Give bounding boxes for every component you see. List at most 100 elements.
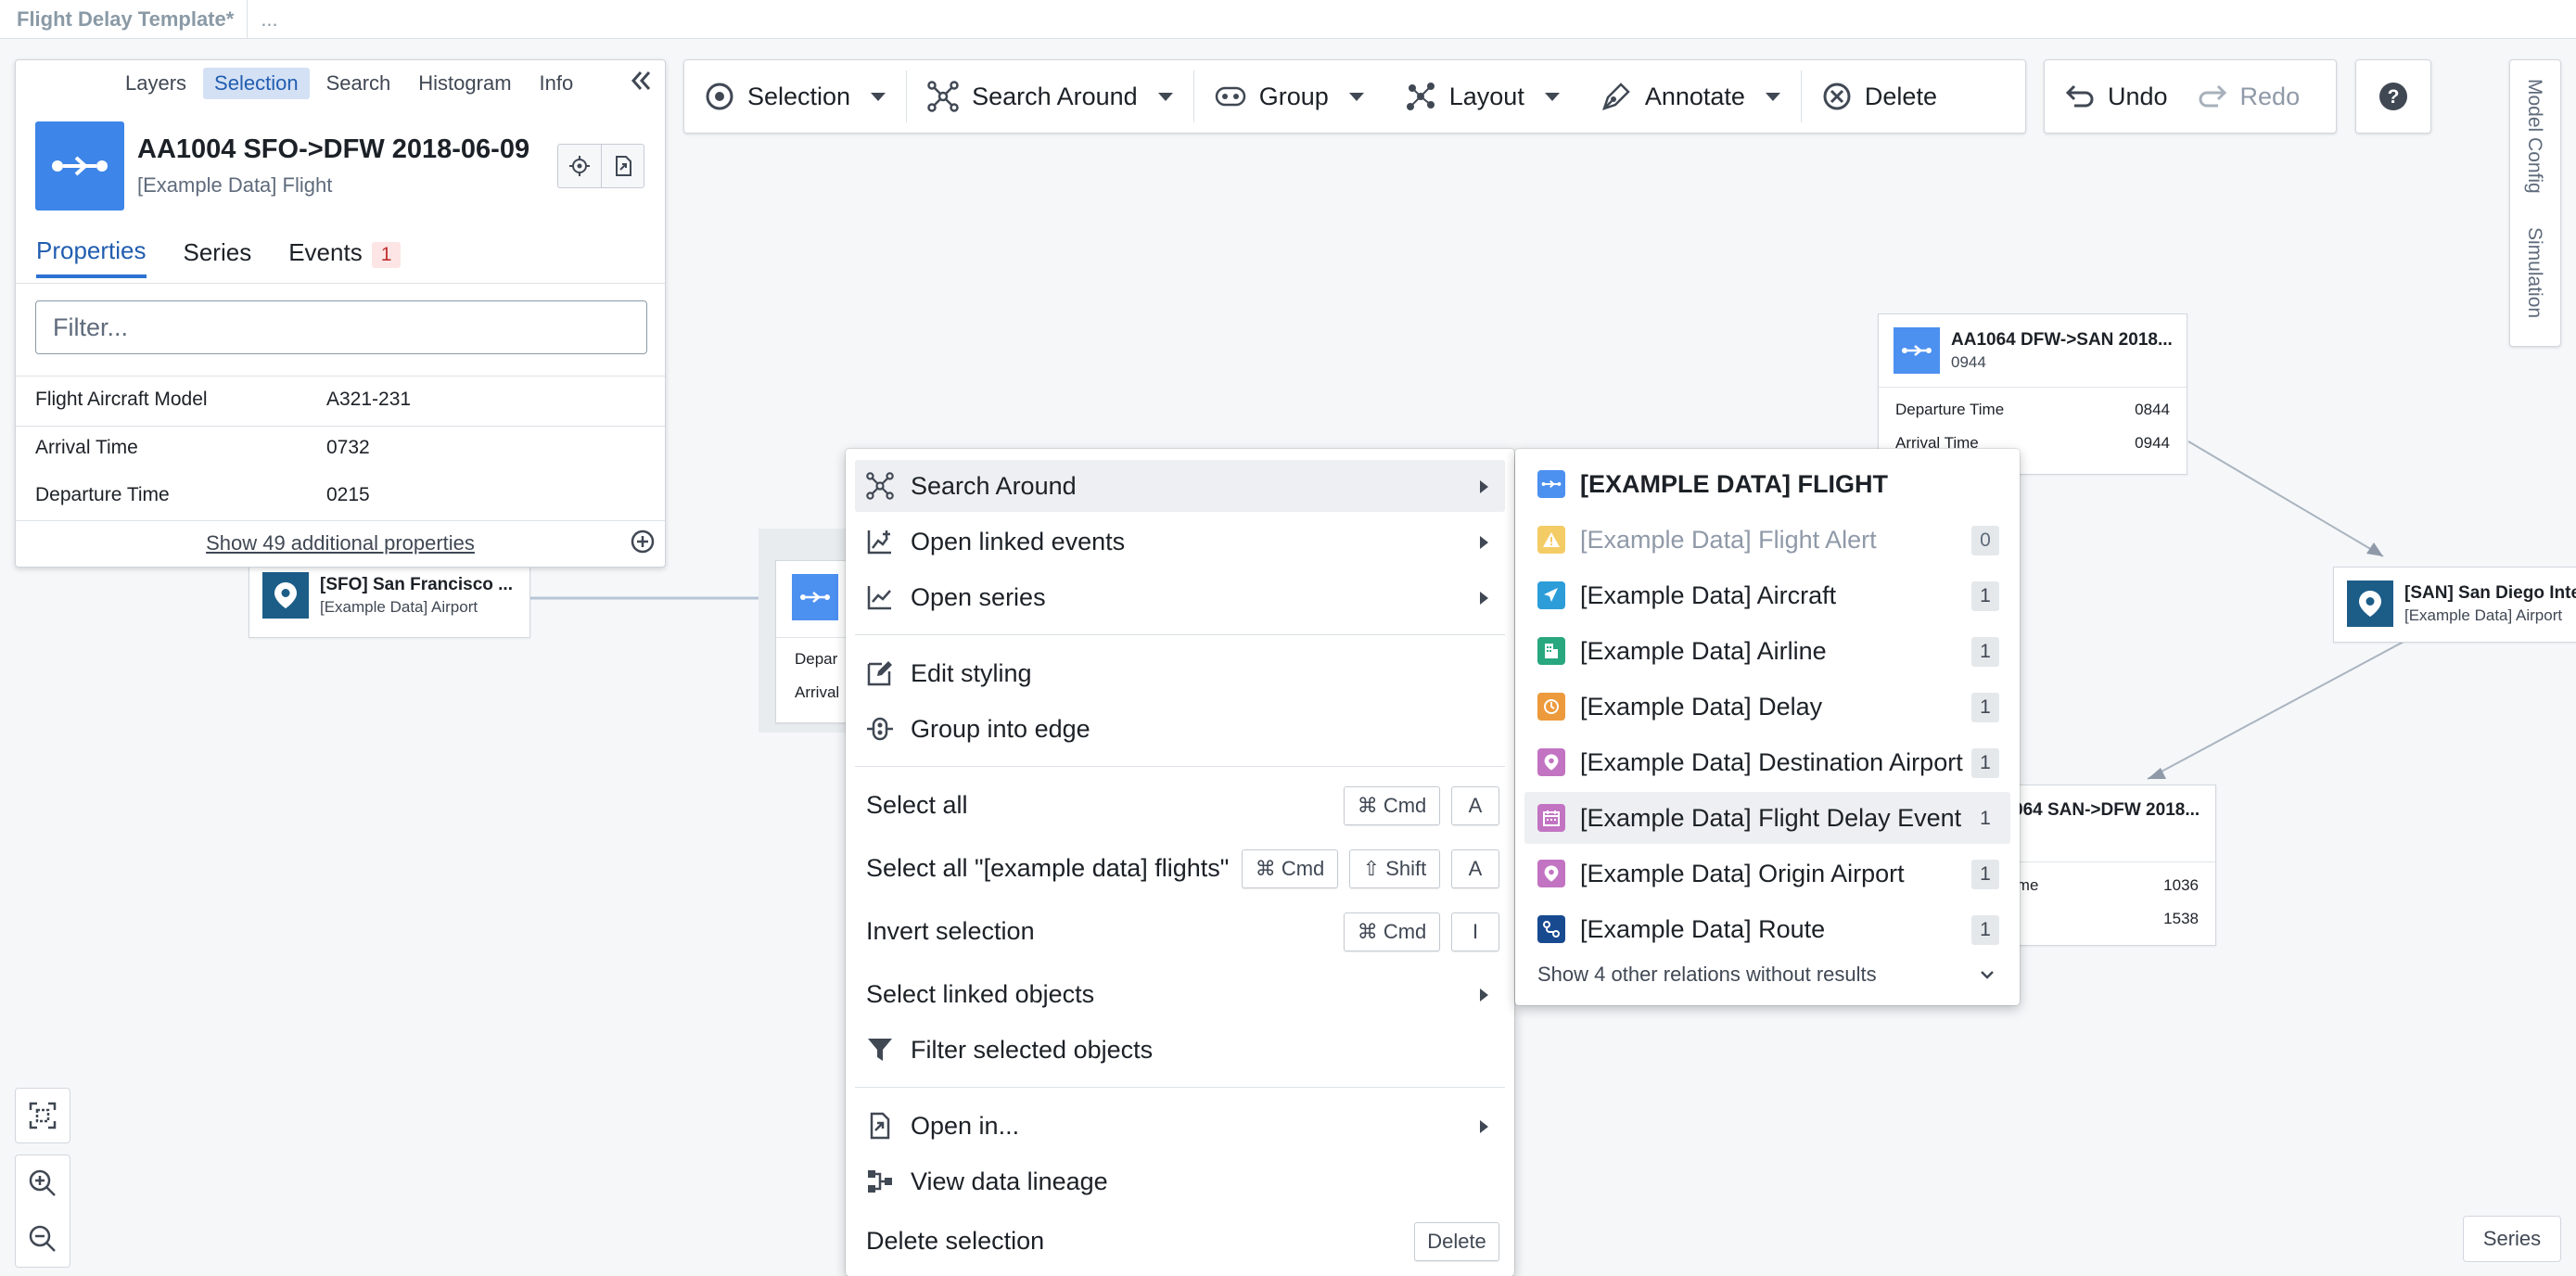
tab-series[interactable]: Series: [184, 238, 252, 276]
open-object-icon[interactable]: [601, 145, 644, 187]
submenu-header-flight[interactable]: [EXAMPLE DATA] FLIGHT: [1524, 458, 2010, 510]
object-subtabs: Properties Series Events 1: [36, 236, 402, 278]
node-prop-value: 0844: [2135, 401, 2170, 418]
tab-properties[interactable]: Properties: [36, 236, 147, 278]
help-icon: ?: [2378, 81, 2409, 112]
relation-aircraft[interactable]: [Example Data] Aircraft 1: [1524, 569, 2010, 621]
help-button[interactable]: ?: [2355, 59, 2431, 134]
shortcut-delete: Delete: [1414, 1222, 1499, 1261]
menu-item-select-all[interactable]: Select all ⌘ Cmd A: [855, 779, 1505, 831]
property-filter-input[interactable]: Filter...: [35, 300, 647, 354]
menu-item-search-around[interactable]: Search Around: [855, 460, 1505, 512]
relation-flight-alert[interactable]: [Example Data] Flight Alert 0: [1524, 514, 2010, 566]
tab-events-label: Events: [288, 237, 363, 266]
undo-icon: [2065, 83, 2095, 109]
graph-node-aa1064-san-dfw[interactable]: 064 SAN->DFW 2018... ime 1036 1538: [2003, 785, 2216, 946]
menu-item-invert-selection[interactable]: Invert selection ⌘ Cmd I: [855, 905, 1505, 957]
menu-item-label: View data lineage: [911, 1167, 1108, 1195]
relation-count: 1: [1971, 860, 1999, 889]
tab-info[interactable]: Info: [529, 68, 585, 99]
search-around-submenu: [EXAMPLE DATA] FLIGHT [Example Data] Fli…: [1515, 449, 2020, 1005]
chevron-down-icon[interactable]: [1979, 968, 1996, 981]
menu-item-group-into-edge[interactable]: Group into edge: [855, 703, 1505, 755]
open-in-icon: [866, 1112, 899, 1140]
property-key: Departure Time: [35, 484, 170, 505]
fit-to-screen-button[interactable]: [15, 1088, 70, 1143]
graph-node-san[interactable]: [SAN] San Diego Inte [Example Data] Airp…: [2333, 567, 2576, 643]
relation-destination-airport[interactable]: [Example Data] Destination Airport 1: [1524, 736, 2010, 788]
zoom-in-icon[interactable]: [28, 1155, 57, 1211]
group-button[interactable]: Group: [1194, 60, 1384, 133]
object-type: [Example Data] Flight: [137, 173, 333, 197]
panel-tabs: Layers Selection Search Histogram Info: [114, 68, 584, 99]
undo-button[interactable]: Undo: [2045, 60, 2183, 133]
zoom-out-icon[interactable]: [28, 1211, 57, 1267]
graph-node-sfo[interactable]: [SFO] San Francisco ... [Example Data] A…: [249, 562, 530, 638]
add-property-icon[interactable]: [630, 529, 656, 555]
tab-events[interactable]: Events 1: [288, 237, 402, 277]
relation-count: 0: [1971, 526, 1999, 555]
show-other-relations-link[interactable]: Show 4 other relations without results: [1537, 963, 1877, 987]
relation-label: [Example Data] Destination Airport: [1580, 747, 1963, 776]
group-label: Group: [1258, 82, 1329, 110]
menu-item-view-data-lineage[interactable]: View data lineage: [855, 1155, 1505, 1207]
node-subtitle: [Example Data] Airport: [320, 597, 478, 616]
series-panel-button[interactable]: Series: [2463, 1216, 2561, 1262]
search-around-button[interactable]: Search Around: [907, 60, 1193, 133]
tab-model-config[interactable]: Model Config: [2523, 79, 2545, 194]
tab-simulation[interactable]: Simulation: [2523, 227, 2545, 318]
menu-item-edit-styling[interactable]: Edit styling: [855, 647, 1505, 699]
linked-events-icon: [866, 528, 899, 555]
right-side-tabs: Model Config Simulation: [2509, 59, 2561, 347]
selection-tool-button[interactable]: Selection: [684, 60, 906, 133]
node-subtitle: 0944: [1951, 352, 1986, 371]
redo-button[interactable]: Redo: [2183, 60, 2315, 133]
menu-item-select-linked-objects[interactable]: Select linked objects: [855, 968, 1505, 1020]
zoom-controls: [15, 1155, 70, 1268]
menu-item-select-all-flights[interactable]: Select all "[example data] flights" ⌘ Cm…: [855, 842, 1505, 894]
relation-route[interactable]: [Example Data] Route 1: [1524, 903, 2010, 955]
shortcut-cmd: ⌘ Cmd: [1242, 849, 1338, 888]
tab-layers[interactable]: Layers: [114, 68, 198, 99]
menu-item-delete-selection[interactable]: Delete selection Delete: [855, 1215, 1505, 1267]
context-menu: Search Around Open linked events Open se…: [846, 449, 1514, 1276]
relation-origin-airport[interactable]: [Example Data] Origin Airport 1: [1524, 848, 2010, 900]
collapse-panel-icon[interactable]: [628, 68, 654, 94]
group-edge-icon: [866, 715, 899, 743]
menu-item-filter-selected-objects[interactable]: Filter selected objects: [855, 1024, 1505, 1076]
warning-icon: [1537, 526, 1565, 554]
show-more-properties-link[interactable]: Show 49 additional properties: [16, 531, 665, 555]
menu-item-open-in[interactable]: Open in...: [855, 1100, 1505, 1152]
redo-label: Redo: [2239, 82, 2301, 110]
relation-delay[interactable]: [Example Data] Delay 1: [1524, 681, 2010, 733]
relation-flight-delay-event[interactable]: [Example Data] Flight Delay Event 1: [1524, 792, 2010, 844]
fit-screen-icon: [28, 1101, 57, 1130]
delete-button[interactable]: Delete: [1802, 60, 1958, 133]
locate-icon[interactable]: [558, 145, 601, 187]
chevron-right-icon: [1480, 592, 1488, 605]
relation-label: [Example Data] Origin Airport: [1580, 859, 1905, 887]
tab-selection[interactable]: Selection: [203, 68, 310, 99]
chevron-down-icon: [871, 92, 886, 101]
menu-item-label: Select all "[example data] flights": [866, 853, 1230, 882]
chevron-down-icon: [1157, 92, 1173, 101]
edit-icon: [866, 659, 899, 687]
chevron-right-icon: [1480, 989, 1488, 1002]
shortcut-i: I: [1451, 912, 1499, 951]
tab-histogram[interactable]: Histogram: [407, 68, 522, 99]
chevron-right-icon: [1480, 536, 1488, 549]
menu-item-open-linked-events[interactable]: Open linked events: [855, 516, 1505, 568]
chevron-down-icon: [1348, 92, 1364, 101]
menu-item-open-series[interactable]: Open series: [855, 571, 1505, 623]
series-icon: [866, 583, 899, 611]
layout-button[interactable]: Layout: [1384, 60, 1580, 133]
shortcut-shift: ⇧ Shift: [1349, 849, 1440, 888]
filter-icon: [866, 1036, 899, 1064]
annotate-button[interactable]: Annotate: [1580, 60, 1801, 133]
relation-airline[interactable]: [Example Data] Airline 1: [1524, 625, 2010, 677]
node-row-label: Depar: [795, 650, 838, 668]
tab-search[interactable]: Search: [315, 68, 402, 99]
relation-label: [Example Data] Airline: [1580, 636, 1827, 665]
object-title: AA1004 SFO->DFW 2018-06-09: [137, 134, 530, 164]
airport-pin-icon: [262, 572, 309, 619]
